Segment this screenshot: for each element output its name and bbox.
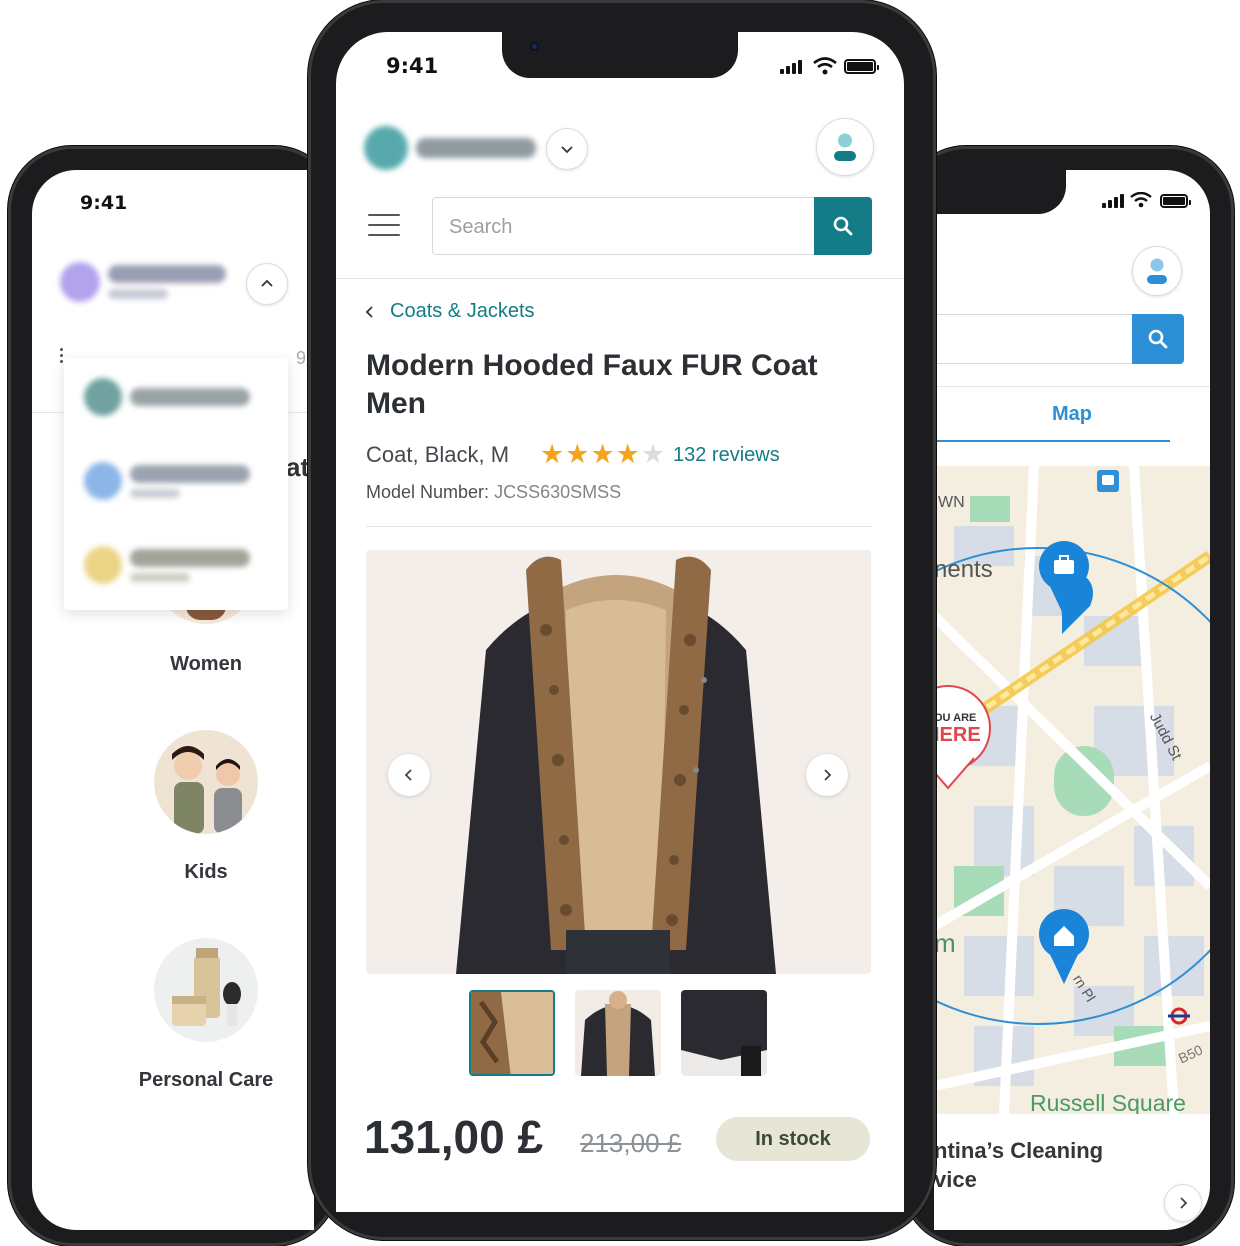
status-time: 9:41 (386, 54, 439, 78)
model-number-label: Model Number: (366, 482, 495, 502)
search-field-edge (934, 363, 1134, 364)
product-variant: Coat, Black, M (366, 442, 510, 467)
product-title: Modern Hooded Faux FUR Coat Men (366, 349, 818, 420)
search-field-edge (934, 314, 1134, 315)
partial-text: 9 (296, 348, 307, 368)
search-button[interactable] (1132, 314, 1184, 364)
chevron-up-icon (261, 279, 273, 287)
header-divider (934, 386, 1210, 387)
header-divider (336, 278, 904, 279)
next-image-button[interactable] (806, 754, 848, 796)
model-number: Model Number: JCSS630SMSS (366, 482, 621, 503)
right-phone-screen: Map WN nents OU ARE IERE m Judd St rn Pl… (934, 170, 1210, 1230)
star-filled-icon: ★ (540, 439, 565, 469)
category-kids-image[interactable] (154, 730, 258, 834)
search-input[interactable] (447, 198, 811, 256)
category-kids-label[interactable]: Kids (106, 858, 306, 886)
next-service-button[interactable] (1164, 1184, 1202, 1222)
category-personal-care-image[interactable] (154, 938, 258, 1042)
map-label: OU ARE (934, 712, 977, 724)
map-label: nents (934, 556, 993, 583)
user-icon (1147, 258, 1167, 284)
map-label: m (934, 928, 956, 958)
search-button[interactable] (814, 197, 872, 255)
center-phone-screen: 9:41 Co (336, 32, 904, 1212)
right-phone-frame: Map WN nents OU ARE IERE m Judd St rn Pl… (902, 146, 1234, 1246)
chevron-left-icon (404, 769, 412, 781)
thumbnail[interactable] (575, 990, 661, 1076)
menu-icon[interactable] (368, 214, 400, 238)
thumbnail[interactable] (681, 990, 767, 1076)
wifi-icon (1130, 192, 1152, 208)
price: 131,00 £ (364, 1111, 544, 1163)
model-number-value: JCSS630SMSS (494, 482, 622, 502)
profile-button[interactable] (1132, 246, 1182, 296)
search-icon (833, 216, 853, 236)
notch (934, 170, 1066, 214)
section-divider (366, 526, 872, 527)
category-personal-care-label[interactable]: Personal Care (106, 1066, 306, 1094)
stock-badge: In stock (716, 1117, 870, 1161)
user-icon (834, 133, 856, 161)
reviews-link[interactable]: 132 reviews (673, 444, 780, 467)
profile-button[interactable] (816, 118, 874, 176)
collapse-account-button[interactable] (246, 263, 288, 305)
partial-text: at (286, 452, 310, 482)
brand-logo (60, 262, 226, 302)
product-image[interactable] (366, 550, 871, 974)
tab-underline (934, 440, 1170, 442)
wifi-icon (813, 57, 837, 75)
chevron-down-icon (561, 146, 573, 154)
brand-logo (364, 126, 536, 170)
star-filled-icon: ★ (565, 439, 590, 469)
chevron-left-icon (365, 305, 373, 318)
star-filled-icon: ★ (590, 439, 615, 469)
thumbnail[interactable] (469, 990, 555, 1076)
chevron-right-icon (1180, 1197, 1188, 1209)
notch (502, 32, 738, 78)
search-bar (432, 197, 872, 256)
map-label: IERE (934, 724, 981, 746)
map-view[interactable]: WN nents OU ARE IERE m Judd St rn Pl B50… (934, 466, 1210, 1114)
left-phone-frame: 9:41 9 at Women Kids Personal Care (8, 146, 338, 1246)
service-name[interactable]: ntina’s Cleaning vice (934, 1136, 1103, 1194)
account-option[interactable] (84, 546, 250, 584)
account-option[interactable] (84, 462, 250, 500)
account-option[interactable] (84, 378, 250, 416)
account-switcher-button[interactable] (546, 128, 588, 170)
star-empty-icon: ★ (640, 439, 666, 469)
battery-icon (844, 59, 879, 74)
status-time: 9:41 (80, 192, 128, 214)
signal-icon (780, 60, 802, 74)
category-women-label[interactable]: Women (106, 650, 306, 678)
chevron-right-icon (824, 769, 832, 781)
rating-stars: ★ ★ ★ ★ ★ (540, 440, 665, 468)
battery-icon (1160, 194, 1191, 208)
map-label: WN (938, 494, 965, 511)
signal-icon (1102, 194, 1124, 208)
account-dropdown (64, 358, 288, 610)
left-phone-screen: 9:41 9 at Women Kids Personal Care (32, 170, 314, 1230)
breadcrumb[interactable]: Coats & Jackets (364, 300, 535, 323)
search-icon (1148, 329, 1168, 349)
front-camera (530, 42, 539, 51)
center-phone-frame: 9:41 Co (308, 0, 936, 1240)
star-filled-icon: ★ (615, 439, 640, 469)
map-label: Russell Square (1030, 1090, 1186, 1114)
tab-map[interactable]: Map (1052, 403, 1092, 426)
breadcrumb-label[interactable]: Coats & Jackets (390, 300, 535, 323)
old-price: 213,00 £ (580, 1128, 682, 1158)
previous-image-button[interactable] (388, 754, 430, 796)
